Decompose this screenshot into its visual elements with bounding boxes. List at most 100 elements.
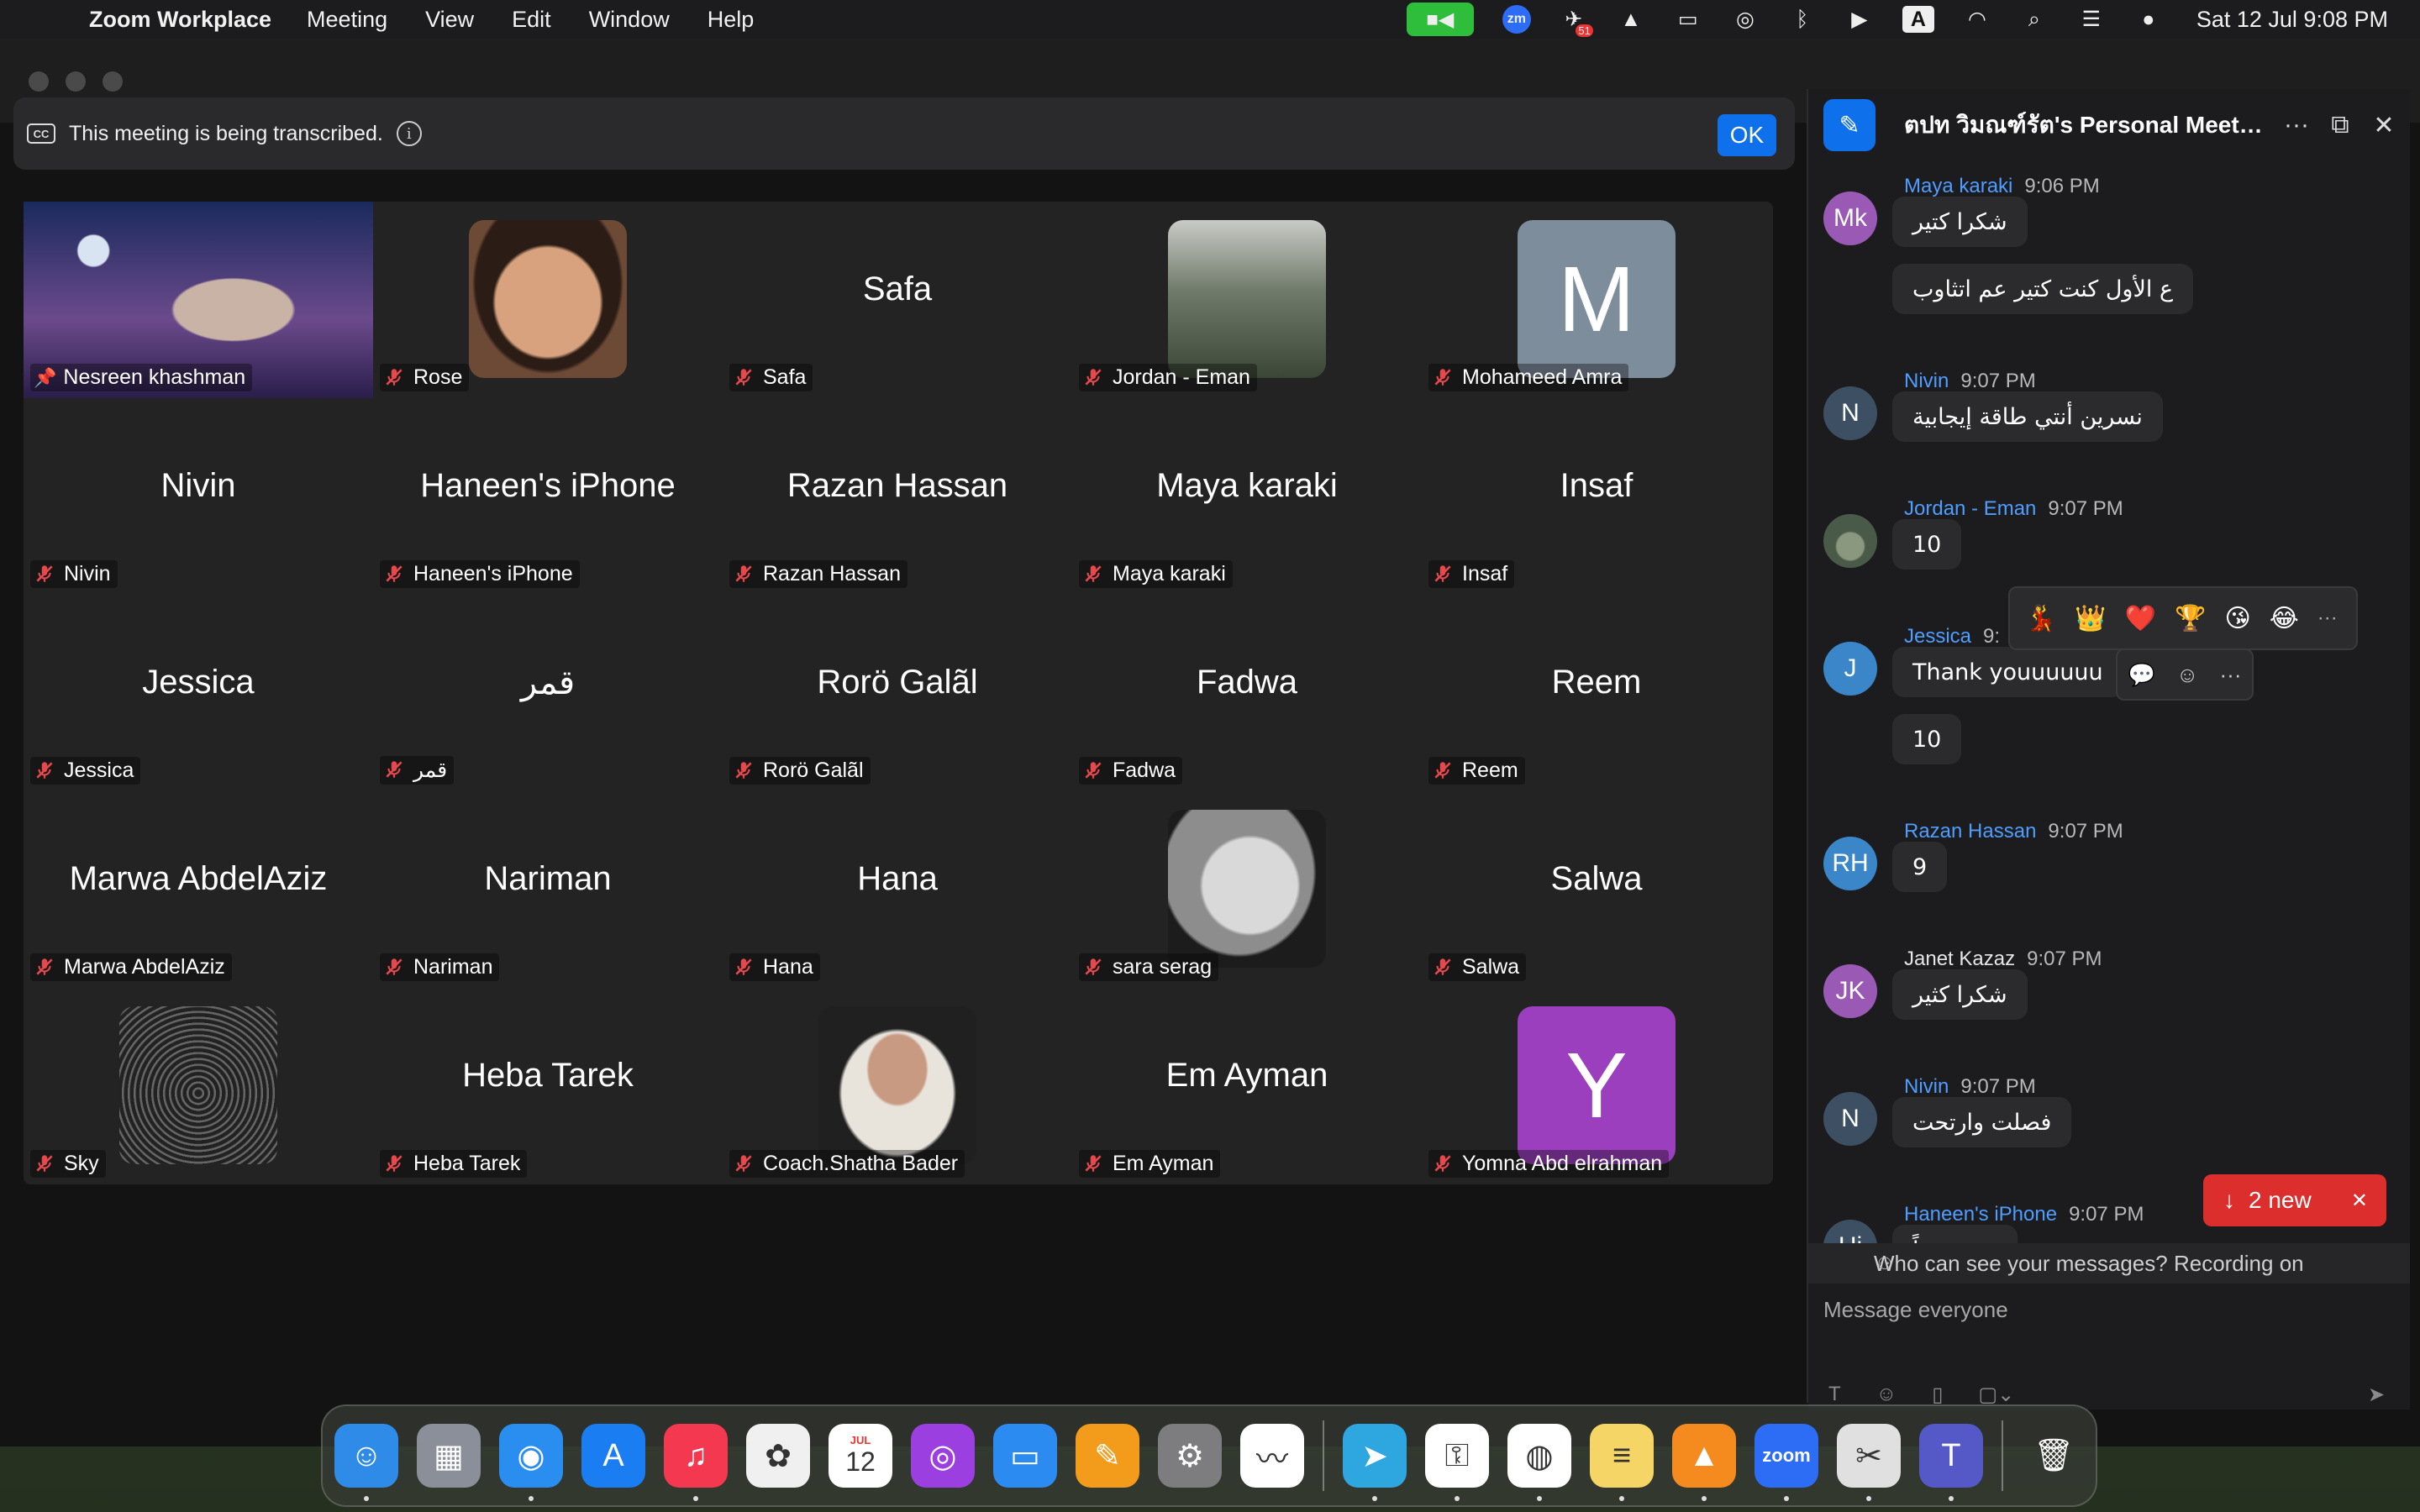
reaction-dancer-icon[interactable]: 💃	[2025, 604, 2056, 633]
message-more-icon[interactable]: ···	[2220, 662, 2242, 688]
participant-tile[interactable]: 📌 Nesreen khashman	[24, 202, 373, 398]
sender-name[interactable]: Jessica	[1904, 625, 1971, 648]
reaction-crown-icon[interactable]: 👑	[2075, 604, 2106, 633]
participant-tile[interactable]: Coach.Shatha Bader	[723, 988, 1072, 1184]
reaction-laugh-icon[interactable]: 😂	[2270, 604, 2299, 633]
menu-meeting[interactable]: Meeting	[307, 7, 387, 33]
sender-name[interactable]: Jordan - Eman	[1904, 497, 2036, 520]
notes-icon[interactable]: ≡	[1590, 1424, 1654, 1501]
podcasts-icon[interactable]: ◎	[911, 1424, 975, 1488]
airdrop-icon[interactable]: ◎	[1731, 7, 1760, 32]
message-bubble[interactable]: Thank youuuuuu	[1892, 647, 2123, 697]
keynote-icon[interactable]: ▭	[993, 1424, 1057, 1488]
participant-tile[interactable]: Salwa Salwa	[1422, 791, 1771, 988]
participant-tile[interactable]: M Mohameed Amra	[1422, 202, 1771, 398]
menu-clock[interactable]: Sat 12 Jul 9:08 PM	[2196, 7, 2388, 33]
reaction-trophy-icon[interactable]: 🏆	[2175, 604, 2206, 633]
battery-icon[interactable]: ▭	[1674, 7, 1702, 32]
menu-view[interactable]: View	[425, 7, 474, 33]
message-bubble[interactable]: 9	[1892, 842, 1948, 892]
bluetooth-icon[interactable]: ᛒ	[1788, 7, 1817, 32]
sender-name[interactable]: Maya karaki	[1904, 175, 2012, 197]
pages-icon[interactable]: ✎	[1076, 1424, 1139, 1488]
participant-tile[interactable]: Heba Tarek Heba Tarek	[373, 988, 723, 1184]
freeform-icon[interactable]: 〰	[1240, 1424, 1304, 1488]
app-store-icon[interactable]: A	[581, 1424, 645, 1488]
participant-tile[interactable]: Rose	[373, 202, 723, 398]
participant-tile[interactable]: Y Yomna Abd elrahman	[1422, 988, 1771, 1184]
spotlight-search-icon[interactable]: ⌕	[2020, 7, 2049, 32]
more-options-icon[interactable]: ···	[2284, 111, 2309, 139]
vlc-status-icon[interactable]: ▲	[1617, 7, 1645, 32]
now-playing-icon[interactable]: ▶	[1845, 7, 1874, 32]
message-bubble[interactable]: نسرين أنتي طاقة إيجابية	[1892, 391, 2163, 442]
participant-tile[interactable]: Jordan - Eman	[1072, 202, 1422, 398]
participant-tile[interactable]: Hana Hana	[723, 791, 1072, 988]
message-bubble[interactable]: فصلت وارتحت	[1892, 1097, 2072, 1147]
wifi-icon[interactable]: ◠	[1963, 7, 1991, 32]
reaction-kiss-icon[interactable]: 😘	[2224, 604, 2250, 633]
message-privacy-notice[interactable]: ⚇ Who can see your messages? Recording o…	[1808, 1243, 2410, 1284]
zoom-window-button[interactable]	[103, 71, 123, 92]
menu-window[interactable]: Window	[589, 7, 670, 33]
participant-tile[interactable]: Safa Safa	[723, 202, 1072, 398]
system-settings-icon[interactable]: ⚙	[1158, 1424, 1222, 1488]
notification-badge-icon[interactable]: ✈ 51	[1560, 7, 1593, 37]
minimize-window-button[interactable]	[66, 71, 86, 92]
participant-tile[interactable]: Haneen's iPhone Haneen's iPhone	[373, 398, 723, 595]
camera-indicator-icon[interactable]: ■◀	[1406, 3, 1474, 36]
sender-name[interactable]: Nivin	[1904, 1075, 1949, 1098]
keyboard-input-icon[interactable]: A	[1902, 6, 1934, 33]
chrome-icon[interactable]: ◍	[1507, 1424, 1571, 1501]
message-bubble[interactable]: 10	[1892, 714, 1962, 764]
photos-icon[interactable]: ✿	[746, 1424, 810, 1488]
menu-edit[interactable]: Edit	[512, 7, 551, 33]
message-bubble[interactable]: 10	[1892, 519, 1962, 570]
message-bubble[interactable]: شكرا كتير	[1892, 197, 2028, 247]
reaction-heart-icon[interactable]: ❤️	[2125, 604, 2156, 633]
zoom-status-icon[interactable]: zm	[1502, 5, 1531, 34]
calendar-icon[interactable]: JUL 12	[829, 1424, 892, 1488]
safari-icon[interactable]: ◉	[499, 1424, 563, 1501]
control-center-icon[interactable]: ☰	[2077, 7, 2106, 32]
participant-tile[interactable]: Maya karaki Maya karaki	[1072, 398, 1422, 595]
reply-icon[interactable]: 💬	[2128, 662, 2155, 688]
sender-name[interactable]: Razan Hassan	[1904, 820, 2036, 843]
format-text-icon[interactable]: T	[1828, 1383, 1841, 1407]
menu-help[interactable]: Help	[708, 7, 755, 33]
message-bubble[interactable]: شكرا كثير	[1892, 969, 2028, 1020]
app-menu[interactable]: Zoom Workplace	[89, 7, 271, 33]
passwords-icon[interactable]: ⚿	[1425, 1424, 1489, 1501]
screenshot-icon[interactable]: ▢⌄	[1978, 1383, 2014, 1407]
message-bubble[interactable]: ع الأول كنت كتير عم اتثاوب	[1892, 264, 2194, 314]
music-icon[interactable]: ♫	[664, 1424, 728, 1501]
sender-name[interactable]: Janet Kazaz	[1904, 948, 2015, 970]
system-toolkit-icon[interactable]: ✂	[1837, 1424, 1901, 1501]
participant-tile[interactable]: Razan Hassan Razan Hassan	[723, 398, 1072, 595]
participant-tile[interactable]: Fadwa Fadwa	[1072, 595, 1422, 791]
sender-name[interactable]: Nivin	[1904, 370, 1949, 392]
new-messages-button[interactable]: ↓ 2 new ✕	[2203, 1174, 2386, 1226]
send-icon[interactable]: ➤	[2368, 1383, 2385, 1407]
vlc-icon[interactable]: ▲	[1672, 1424, 1736, 1501]
ok-button[interactable]: OK	[1718, 114, 1776, 156]
compose-icon[interactable]: ✎	[1823, 99, 1876, 151]
participant-tile[interactable]: Insaf Insaf	[1422, 398, 1771, 595]
close-icon[interactable]: ✕	[2371, 111, 2396, 140]
dismiss-icon[interactable]: ✕	[2351, 1189, 2368, 1213]
sender-name[interactable]: Haneen's iPhone	[1904, 1203, 2057, 1226]
participant-tile[interactable]: Nivin Nivin	[24, 398, 373, 595]
add-reaction-icon[interactable]: ☺	[2176, 662, 2199, 688]
zoom-icon[interactable]: zoom	[1754, 1424, 1818, 1501]
launchpad-icon[interactable]: ▦	[417, 1424, 481, 1488]
participant-tile[interactable]: Sky	[24, 988, 373, 1184]
emoji-icon[interactable]: ☺	[1876, 1383, 1897, 1407]
pop-out-icon[interactable]: ⧉	[2328, 111, 2353, 139]
more-reactions-icon[interactable]: ···	[2317, 606, 2338, 630]
attach-file-icon[interactable]: ▯	[1932, 1383, 1943, 1407]
siri-icon[interactable]: ●	[2134, 7, 2163, 32]
participant-tile[interactable]: Rorö Galãl Rorö Galãl	[723, 595, 1072, 791]
trash-icon[interactable]: 🗑	[2022, 1424, 2086, 1488]
participant-tile[interactable]: Reem Reem	[1422, 595, 1771, 791]
participant-tile[interactable]: Nariman Nariman	[373, 791, 723, 988]
